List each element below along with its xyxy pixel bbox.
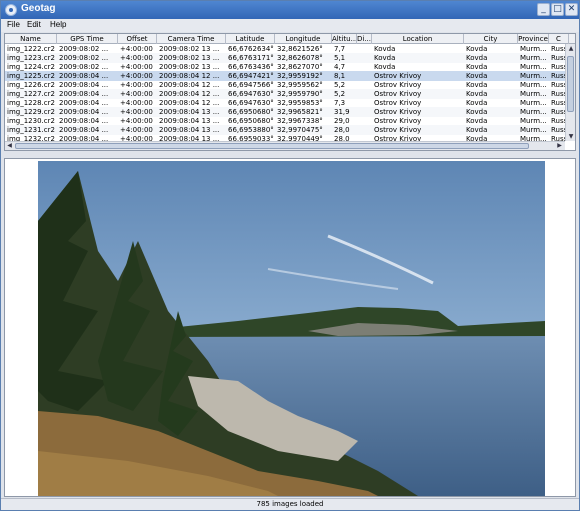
close-button[interactable]: ✕ [565, 3, 578, 16]
horizontal-scrollbar[interactable]: ◀ ▶ [5, 141, 565, 150]
col-gps-time-header[interactable]: GPS Time [57, 34, 118, 44]
status-text: 785 images loaded [256, 500, 324, 508]
arrow-down-icon[interactable]: ▼ [566, 132, 575, 141]
col-location-header[interactable]: Location [372, 34, 464, 44]
menu-bar: File Edit Help [1, 19, 579, 32]
window-title: Geotag [21, 3, 56, 14]
title-bar[interactable]: Geotag _ □ ✕ [1, 1, 579, 19]
vertical-scrollbar[interactable]: ▲ ▼ [565, 44, 575, 141]
maximize-button[interactable]: □ [551, 3, 564, 16]
photo-preview [38, 161, 545, 496]
menu-edit[interactable]: Edit [27, 20, 41, 29]
vertical-scroll-thumb[interactable] [567, 56, 574, 112]
col-name-header[interactable]: Name [5, 34, 57, 44]
col-direction-header[interactable]: Di... [357, 34, 372, 44]
image-preview-panel [4, 158, 576, 497]
col-province-header[interactable]: Province [518, 34, 549, 44]
table-header: Name GPS Time Offset Camera Time Latitude Lon… [5, 34, 575, 44]
minimize-button[interactable]: _ [537, 3, 550, 16]
menu-help[interactable]: Help [50, 20, 66, 29]
col-city-header[interactable]: City [464, 34, 518, 44]
menu-file[interactable]: File [7, 20, 20, 29]
col-altitude-header[interactable]: Altitu... [332, 34, 357, 44]
image-table[interactable]: Name GPS Time Offset Camera Time Latitude Lon… [4, 33, 576, 151]
arrow-left-icon[interactable]: ◀ [5, 142, 14, 150]
geotag-app-icon[interactable] [5, 4, 17, 16]
arrow-right-icon[interactable]: ▶ [555, 142, 564, 150]
arrow-up-icon[interactable]: ▲ [566, 44, 575, 53]
status-bar: 785 images loaded [1, 498, 579, 510]
col-offset-header[interactable]: Offset [118, 34, 157, 44]
col-latitude-header[interactable]: Latitude [226, 34, 275, 44]
col-country-header[interactable]: C [549, 34, 569, 44]
app-window: Geotag _ □ ✕ File Edit Help Name GPS Time… [0, 0, 580, 511]
landscape-photo [38, 161, 545, 496]
col-longitude-header[interactable]: Longitude [275, 34, 332, 44]
col-camera-time-header[interactable]: Camera Time [157, 34, 226, 44]
horizontal-scroll-thumb[interactable] [15, 143, 529, 149]
